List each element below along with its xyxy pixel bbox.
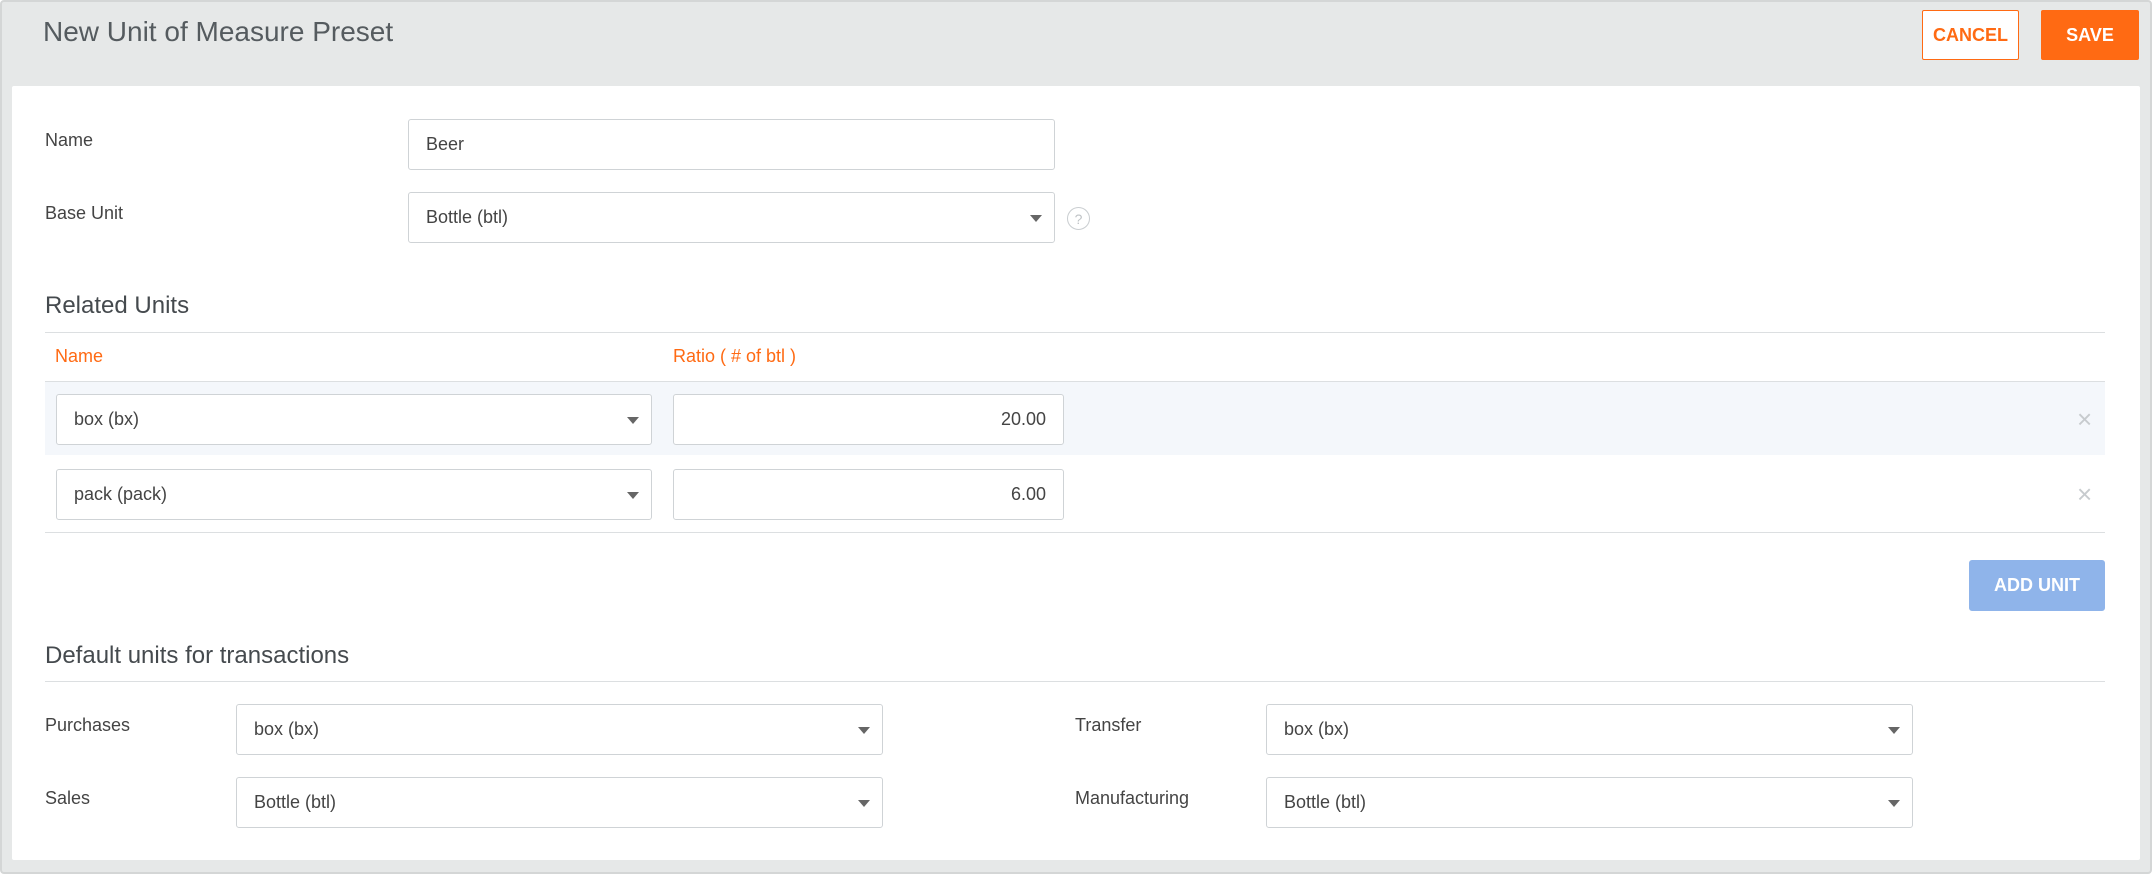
manufacturing-select[interactable]: Bottle (btl): [1266, 777, 1913, 828]
purchases-label: Purchases: [45, 715, 131, 735]
base-unit-label: Base Unit: [45, 203, 124, 223]
ratio-value: 20.00: [1000, 409, 1046, 429]
name-input-value: Beer: [426, 134, 465, 154]
name-input[interactable]: Beer: [408, 119, 1055, 170]
close-icon[interactable]: ×: [2077, 481, 2092, 507]
chevron-down-icon: [627, 417, 639, 424]
help-glyph: ?: [1074, 210, 1083, 227]
divider: [45, 332, 2105, 333]
related-unit-select[interactable]: pack (pack): [56, 469, 652, 520]
manufacturing-label: Manufacturing: [1075, 788, 1190, 808]
add-unit-button[interactable]: ADD UNIT: [1969, 560, 2105, 611]
ratio-input[interactable]: 20.00: [673, 394, 1064, 445]
chevron-down-icon: [1030, 215, 1042, 222]
sales-select[interactable]: Bottle (btl): [236, 777, 883, 828]
divider: [45, 681, 2105, 682]
transfer-select[interactable]: box (bx): [1266, 704, 1913, 755]
related-unit-select[interactable]: box (bx): [56, 394, 652, 445]
column-header-ratio: Ratio ( # of btl ): [673, 346, 797, 366]
name-label: Name: [45, 130, 94, 150]
ratio-value: 6.00: [1010, 484, 1046, 504]
save-button[interactable]: SAVE: [2041, 10, 2139, 60]
column-header-name: Name: [55, 346, 104, 366]
purchases-select[interactable]: box (bx): [236, 704, 883, 755]
manufacturing-value: Bottle (btl): [1284, 792, 1367, 812]
base-unit-value: Bottle (btl): [426, 207, 509, 227]
close-icon[interactable]: ×: [2077, 406, 2092, 432]
related-unit-value: box (bx): [74, 409, 140, 429]
sales-label: Sales: [45, 788, 91, 808]
purchases-value: box (bx): [254, 719, 320, 739]
chevron-down-icon: [1888, 727, 1900, 734]
default-units-title: Default units for transactions: [45, 642, 350, 669]
chevron-down-icon: [1888, 800, 1900, 807]
sales-value: Bottle (btl): [254, 792, 337, 812]
ratio-input[interactable]: 6.00: [673, 469, 1064, 520]
chevron-down-icon: [627, 492, 639, 499]
transfer-label: Transfer: [1075, 715, 1142, 735]
help-icon[interactable]: ?: [1067, 207, 1090, 230]
divider: [45, 532, 2105, 533]
related-unit-value: pack (pack): [74, 484, 168, 504]
cancel-button[interactable]: CANCEL: [1922, 10, 2019, 60]
chevron-down-icon: [858, 727, 870, 734]
base-unit-select[interactable]: Bottle (btl): [408, 192, 1055, 243]
chevron-down-icon: [858, 800, 870, 807]
page-title: New Unit of Measure Preset: [43, 16, 394, 47]
related-units-title: Related Units: [45, 292, 190, 319]
transfer-value: box (bx): [1284, 719, 1350, 739]
